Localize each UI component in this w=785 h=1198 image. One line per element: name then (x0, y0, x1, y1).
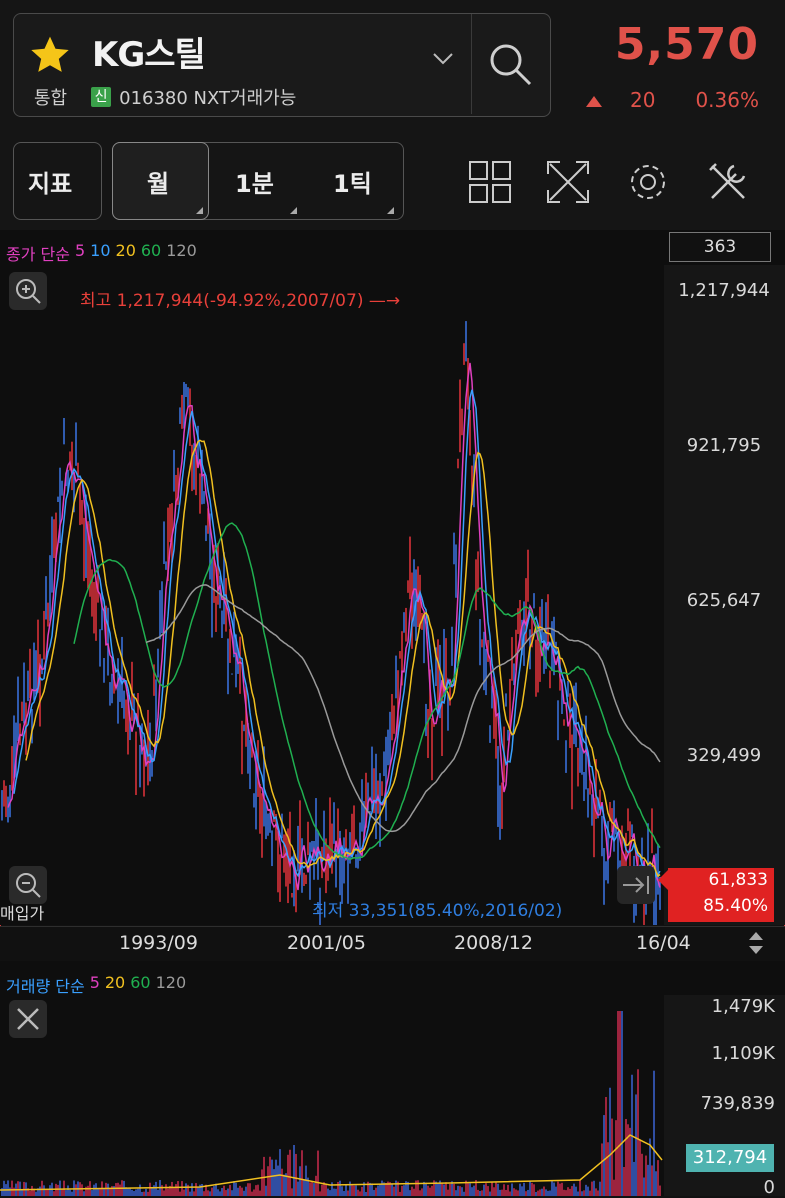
chart-toolbar: 지표 월 1분 1틱 (0, 134, 785, 230)
legend-ma20: 20 (115, 241, 136, 260)
tab-1tick[interactable]: 1틱 (333, 164, 372, 199)
tab-month-label: 월 (147, 170, 170, 198)
legend-ma120: 120 (166, 241, 197, 260)
search-icon[interactable] (486, 40, 534, 88)
volume-legend-ma60: 60 (130, 973, 151, 992)
stock-subinfo: 통합 신 016380 NXT거래가능 (34, 84, 296, 110)
settings-icon[interactable] (626, 160, 670, 204)
layout-grid-icon[interactable] (468, 160, 512, 204)
dropdown-corner-icon (290, 207, 297, 214)
volume-legend-ma5: 5 (89, 973, 100, 992)
x-tick-label: 16/04 (636, 932, 691, 954)
current-price-percent: 85.40% (703, 896, 768, 916)
current-price: 5,570 (614, 19, 759, 70)
y-tick-label: 1,217,944 (678, 280, 770, 301)
ma120-line (145, 584, 661, 833)
market-label: 통합 (34, 88, 68, 109)
zoom-out-button[interactable] (9, 866, 47, 904)
volume-chart-canvas[interactable] (0, 995, 664, 1196)
current-price-value: 61,833 (708, 870, 768, 890)
ma20-line (25, 439, 661, 878)
y-tick-label: 921,795 (686, 435, 762, 456)
price-chart-canvas[interactable] (0, 265, 664, 925)
zoom-in-button[interactable] (9, 272, 47, 310)
new-badge: 신 (91, 87, 112, 107)
purchase-price-label: 매입가 (0, 904, 45, 923)
high-annotation: 최고 1,217,944(-94.92%,2007/07) —→ (80, 291, 401, 311)
legend-title: 종가 단순 (6, 245, 70, 264)
tab-1min[interactable]: 1분 (235, 164, 274, 199)
tools-icon[interactable] (706, 160, 750, 204)
volume-tick-label: 1,109K (711, 1043, 775, 1064)
volume-ma-legend: 거래량 단순 5 20 60 120 (6, 973, 186, 997)
volume-legend-ma120: 120 (155, 973, 187, 992)
price-ma-legend: 종가 단순 5 10 20 60 120 (6, 241, 197, 265)
scroll-to-latest-button[interactable] (617, 866, 655, 904)
change-percent: 0.36% (695, 88, 759, 112)
y-tick-label: 329,499 (686, 745, 762, 766)
stock-code: 016380 NXT거래가능 (119, 88, 297, 109)
up-triangle-icon (586, 96, 602, 107)
resize-handle-icon[interactable] (746, 930, 766, 956)
arrow-right-bar-icon (623, 876, 649, 894)
chevron-down-icon[interactable] (432, 52, 454, 66)
dropdown-corner-icon (387, 207, 394, 214)
low-annotation: 최저 33,351(85.40%,2016/02) (312, 901, 563, 921)
high-annotation-text: 최고 1,217,944(-94.92%,2007/07) (80, 291, 364, 311)
dropdown-corner-icon (196, 207, 203, 214)
candle-count[interactable]: 363 (669, 232, 771, 262)
volume-tick-label: 0 (763, 1177, 775, 1198)
indicator-button-label: 지표 (28, 170, 73, 198)
divider (471, 14, 472, 114)
price-change: 20 0.36% (586, 88, 759, 112)
volume-legend-ma20: 20 (104, 973, 126, 992)
x-tick-label: 2001/05 (287, 932, 366, 954)
zoom-out-icon (16, 873, 41, 898)
stock-name: KG스틸 (92, 35, 206, 75)
legend-ma10: 10 (90, 241, 111, 260)
tag-pointer-icon (658, 868, 670, 892)
close-icon (17, 1008, 39, 1030)
current-price-tag: 61,833 85.40% (658, 868, 774, 922)
legend-ma5: 5 (74, 241, 86, 260)
close-volume-button[interactable] (9, 1000, 47, 1038)
ma10-line (13, 389, 661, 879)
change-amount: 20 (630, 88, 656, 112)
y-tick-label: 625,647 (686, 590, 762, 611)
volume-ma20-line (0, 1134, 663, 1191)
x-tick-label: 2008/12 (454, 932, 533, 954)
volume-tick-label: 1,479K (711, 996, 775, 1017)
legend-ma60: 60 (140, 241, 162, 260)
favorite-star-icon[interactable] (28, 33, 72, 77)
stock-header: KG스틸 통합 신 016380 NXT거래가능 5,570 20 0.36% (0, 0, 785, 134)
volume-tick-label: 739,839 (700, 1093, 775, 1114)
volume-legend-title: 거래량 단순 (6, 977, 85, 996)
expand-icon[interactable] (546, 160, 590, 204)
zoom-in-icon (16, 279, 41, 304)
volume-current-tag: 312,794 (686, 1144, 774, 1172)
x-tick-label: 1993/09 (119, 932, 198, 954)
